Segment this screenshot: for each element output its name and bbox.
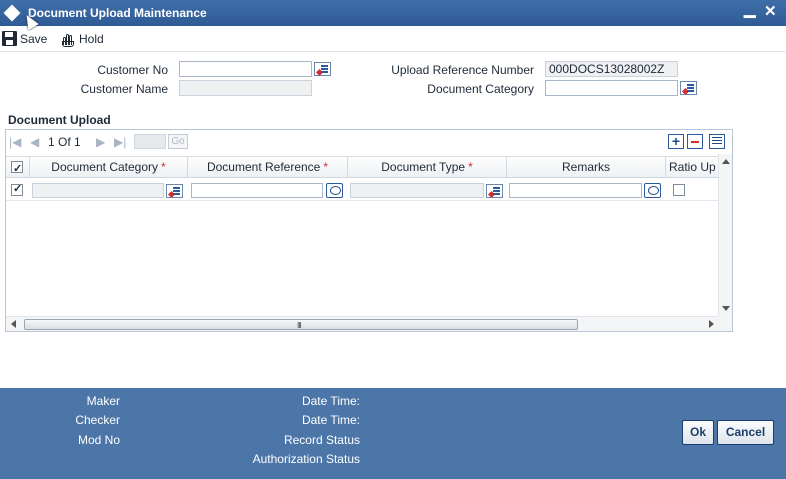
required-mark: * bbox=[468, 160, 473, 174]
row-document-reference-input[interactable] bbox=[191, 183, 323, 198]
save-button[interactable]: Save bbox=[2, 31, 47, 46]
row-document-type-lov-icon[interactable] bbox=[486, 184, 503, 198]
maker-label: Maker bbox=[86, 394, 120, 408]
row-remarks-input[interactable] bbox=[509, 183, 642, 198]
customer-no-input[interactable] bbox=[179, 61, 312, 77]
customer-name-input[interactable] bbox=[179, 80, 312, 96]
select-all-cell bbox=[6, 157, 30, 178]
document-upload-section-title: Document Upload bbox=[8, 113, 111, 127]
customer-no-label: Customer No bbox=[97, 63, 168, 77]
row-select-checkbox[interactable] bbox=[11, 182, 23, 196]
close-icon[interactable]: ✕ bbox=[764, 3, 777, 21]
row-document-type-input[interactable] bbox=[350, 183, 484, 198]
horizontal-scroll-thumb[interactable]: III bbox=[24, 319, 578, 330]
row-remarks-comment-icon[interactable] bbox=[644, 183, 661, 198]
record-status-label: Record Status bbox=[283, 433, 360, 447]
row-document-category-input[interactable] bbox=[32, 183, 164, 198]
row-document-category-lov-icon[interactable] bbox=[166, 184, 183, 198]
vertical-scrollbar[interactable] bbox=[718, 154, 732, 316]
doc-category-input[interactable] bbox=[545, 80, 678, 96]
prev-page-icon[interactable]: ◀ bbox=[30, 135, 39, 149]
cancel-button[interactable]: Cancel bbox=[717, 420, 774, 445]
authorization-status-label: Authorization Status bbox=[252, 452, 360, 466]
window-diamond-icon bbox=[3, 4, 21, 22]
page-current: 1 bbox=[48, 135, 55, 149]
table-row bbox=[6, 179, 718, 201]
add-row-button[interactable]: + bbox=[668, 134, 684, 149]
doc-category-label: Document Category bbox=[427, 82, 534, 96]
hold-label: Hold bbox=[79, 32, 104, 46]
go-button[interactable]: Go bbox=[168, 134, 188, 149]
customer-name-label: Customer Name bbox=[80, 82, 168, 96]
page-of: Of bbox=[58, 135, 71, 149]
scroll-grip: III bbox=[297, 321, 302, 330]
doc-category-lov-icon[interactable] bbox=[680, 81, 697, 95]
hand-icon bbox=[60, 31, 76, 47]
col-remarks[interactable]: Remarks bbox=[507, 157, 666, 178]
horizontal-scrollbar[interactable]: III bbox=[6, 316, 718, 331]
page-total: 1 bbox=[74, 135, 81, 149]
col-document-reference[interactable]: Document Reference * bbox=[188, 157, 348, 178]
ok-button[interactable]: Ok bbox=[682, 420, 714, 445]
checker-date-time-label: Date Time: bbox=[301, 413, 360, 427]
window-title: Document Upload Maintenance bbox=[28, 6, 207, 20]
footer-audit-panel: Maker Checker Mod No Date Time: Date Tim… bbox=[0, 388, 786, 479]
next-page-icon[interactable]: ▶ bbox=[96, 135, 105, 149]
hold-button[interactable]: Hold bbox=[60, 31, 104, 47]
delete-row-button[interactable] bbox=[687, 134, 703, 149]
checker-label: Checker bbox=[75, 413, 120, 427]
upload-ref-label: Upload Reference Number bbox=[391, 63, 534, 77]
col-document-type[interactable]: Document Type * bbox=[348, 157, 507, 178]
scroll-right-icon[interactable] bbox=[709, 320, 714, 328]
mod-no-label: Mod No bbox=[77, 433, 120, 447]
col-document-category[interactable]: Document Category * bbox=[30, 157, 188, 178]
first-page-icon[interactable]: |◀ bbox=[9, 135, 21, 149]
toolbar: Save Hold bbox=[0, 26, 786, 52]
row-document-reference-comment-icon[interactable] bbox=[326, 183, 343, 198]
scroll-corner bbox=[718, 316, 732, 331]
last-page-icon[interactable]: ▶| bbox=[114, 135, 126, 149]
scroll-down-icon[interactable] bbox=[722, 306, 730, 311]
page-number-input[interactable] bbox=[134, 134, 166, 149]
scroll-up-icon[interactable] bbox=[722, 159, 730, 164]
maker-date-time-label: Date Time: bbox=[301, 394, 360, 408]
col-document-category-label: Document Category bbox=[51, 160, 159, 174]
grid-pagination: |◀ ◀ 1 Of 1 ▶ ▶| Go + bbox=[6, 130, 732, 154]
col-document-type-label: Document Type bbox=[381, 160, 466, 174]
grid-header: Document Category* Document Reference* D… bbox=[6, 156, 718, 178]
upload-ref-input[interactable] bbox=[545, 61, 678, 77]
col-ratio-up[interactable]: Ratio Up bbox=[666, 157, 718, 178]
customer-no-lov-icon[interactable] bbox=[314, 62, 331, 76]
select-all-checkbox[interactable] bbox=[11, 159, 23, 178]
col-remarks-label: Remarks bbox=[561, 160, 610, 174]
save-label: Save bbox=[20, 31, 48, 46]
page-indicator: 1 Of 1 bbox=[48, 135, 81, 149]
scroll-left-icon[interactable] bbox=[11, 320, 16, 328]
col-ratio-up-label: Ratio Up bbox=[669, 160, 716, 174]
document-upload-grid: |◀ ◀ 1 Of 1 ▶ ▶| Go + Document Category*… bbox=[5, 129, 733, 332]
row-ratio-up-checkbox[interactable] bbox=[673, 184, 685, 196]
minimize-icon[interactable]: ▁ bbox=[744, 1, 756, 19]
required-mark: * bbox=[161, 160, 166, 174]
single-view-button[interactable] bbox=[709, 134, 725, 149]
title-bar: Document Upload Maintenance ▁ ✕ bbox=[0, 0, 786, 26]
required-mark: * bbox=[323, 160, 329, 174]
save-icon bbox=[2, 31, 17, 46]
col-document-reference-label: Document Reference bbox=[206, 160, 321, 174]
